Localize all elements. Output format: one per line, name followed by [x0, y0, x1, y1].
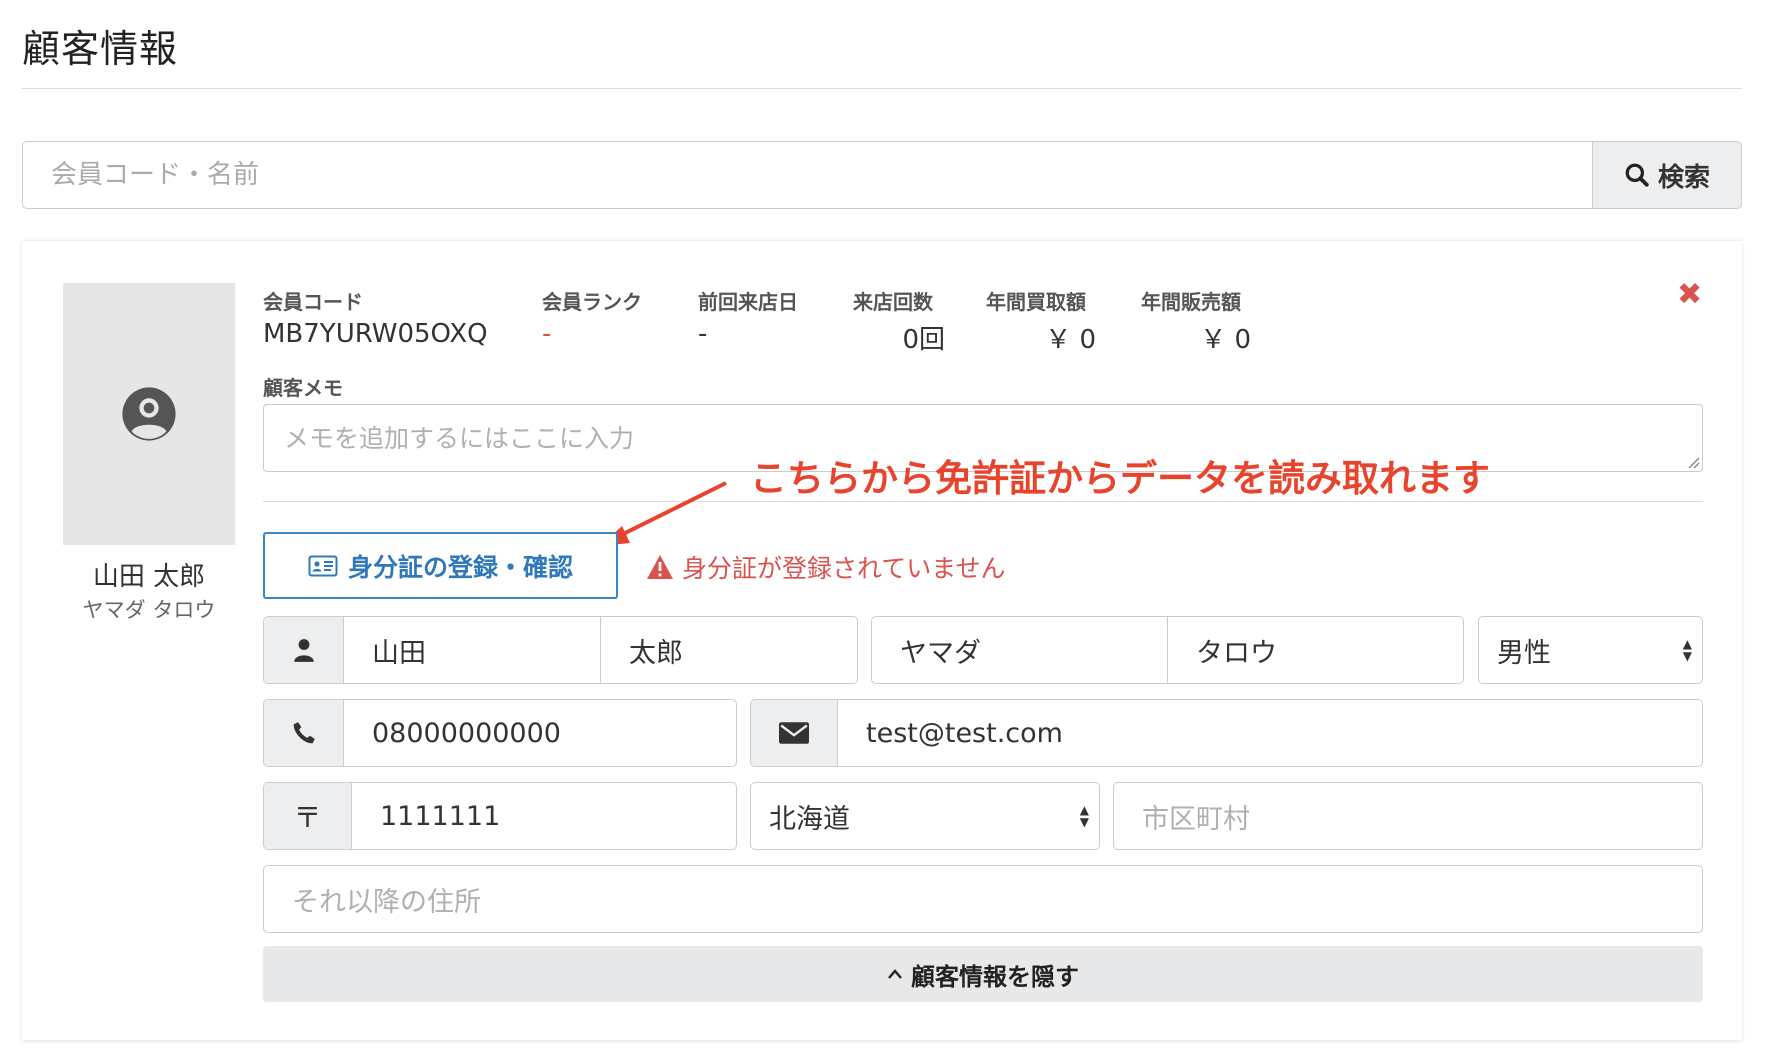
search-button-label: 検索: [1657, 162, 1710, 193]
customer-kana: ヤマダ タロウ: [82, 598, 216, 622]
id-card-icon: [308, 555, 338, 576]
stat-label: 年間販売額: [1141, 290, 1241, 314]
envelope-icon: [779, 722, 809, 744]
customer-name: 山田 太郎: [92, 562, 206, 592]
search-icon: [1625, 163, 1649, 187]
stat-last-visit: 前回来店日 -: [698, 286, 798, 349]
warning-icon: [647, 555, 673, 579]
stat-member-code: 会員コード MB7YURW05OXQ: [263, 286, 488, 349]
stat-label: 会員ランク: [542, 290, 642, 314]
stat-label: 来店回数: [853, 290, 933, 314]
memo-label: 顧客メモ: [263, 376, 343, 400]
stat-value: MB7YURW05OXQ: [263, 319, 488, 349]
search-bar: 検索: [22, 141, 1742, 209]
last-name-field[interactable]: 山田: [344, 617, 601, 683]
hide-customer-info-button[interactable]: 顧客情報を隠す: [263, 946, 1703, 1002]
phone-input-group: 08000000000: [263, 699, 737, 767]
id-card-warning: 身分証が登録されていません: [646, 549, 1006, 585]
phone-addon: [264, 700, 344, 766]
select-arrows-icon: ▲ ▼: [1682, 637, 1692, 663]
last-name-kana-field[interactable]: ヤマダ: [872, 617, 1168, 683]
stat-annual-sales: 年間販売額 ￥ 0: [1141, 286, 1251, 356]
phone-icon: [293, 722, 315, 744]
kana-input-group: ヤマダ タロウ: [871, 616, 1464, 684]
search-button[interactable]: 検索: [1592, 141, 1742, 209]
first-name-field[interactable]: 太郎: [601, 617, 857, 683]
chevron-up-icon: [888, 969, 902, 979]
id-card-button-label: 身分証の登録・確認: [347, 552, 573, 582]
stat-member-rank: 会員ランク -: [542, 286, 642, 349]
stat-visit-count: 来店回数 0回: [853, 286, 945, 356]
stat-value: ￥ 0: [1200, 325, 1251, 355]
stat-value: 0回: [902, 325, 945, 355]
postal-input-group: 〒 1111111: [263, 782, 737, 850]
id-card-warning-text: 身分証が登録されていません: [682, 554, 1006, 583]
email-field[interactable]: test@test.com: [838, 700, 1702, 766]
title-divider: [22, 88, 1742, 89]
resize-grip-icon[interactable]: [1686, 455, 1700, 469]
select-arrows-icon: ▲ ▼: [1079, 803, 1089, 829]
postal-code-field[interactable]: 1111111: [352, 783, 736, 849]
hide-customer-info-label: 顧客情報を隠す: [911, 962, 1079, 991]
user-circle-icon: [122, 387, 176, 441]
city-field[interactable]: 市区町村: [1113, 782, 1703, 850]
stat-label: 年間買取額: [986, 290, 1086, 314]
postal-addon: 〒: [264, 783, 352, 849]
email-input-group: test@test.com: [750, 699, 1703, 767]
gender-select[interactable]: 男性 ▲ ▼: [1478, 616, 1703, 684]
annotation-text: こちらから免許証からデータを読み取れます: [750, 457, 1490, 500]
user-icon: [293, 639, 314, 662]
name-input-group: 山田 太郎: [263, 616, 858, 684]
address-field[interactable]: それ以降の住所: [263, 865, 1703, 933]
stat-label: 前回来店日: [698, 290, 798, 314]
stat-value: -: [542, 319, 552, 349]
email-addon: [751, 700, 838, 766]
postal-mark-icon: 〒: [293, 801, 322, 834]
stat-annual-purchase: 年間買取額 ￥ 0: [986, 286, 1096, 356]
id-card-button[interactable]: 身分証の登録・確認: [263, 532, 618, 599]
avatar: [63, 283, 235, 545]
close-icon[interactable]: ✖: [1677, 280, 1702, 310]
phone-field[interactable]: 08000000000: [344, 700, 736, 766]
page-title: 顧客情報: [22, 27, 179, 71]
first-name-kana-field[interactable]: タロウ: [1168, 617, 1463, 683]
search-input[interactable]: [22, 141, 1592, 209]
gender-select-value: 男性: [1497, 637, 1551, 669]
name-addon: [264, 617, 344, 683]
stat-value: -: [698, 319, 708, 349]
prefecture-select[interactable]: 北海道 ▲ ▼: [750, 782, 1100, 850]
stat-value: ￥ 0: [1045, 325, 1096, 355]
prefecture-select-value: 北海道: [769, 803, 850, 835]
stat-label: 会員コード: [263, 290, 363, 314]
